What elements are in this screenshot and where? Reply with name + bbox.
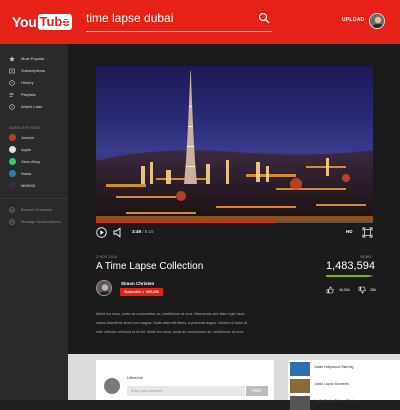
views-label: VIEWS	[360, 255, 372, 259]
related-video-title: Justin Hollywood Starring	[314, 365, 354, 369]
subscription-label: Apple	[21, 147, 32, 152]
sidebar-item-subscriptions[interactable]: Subscriptions	[9, 66, 45, 75]
settings-circle-icon	[9, 218, 15, 225]
description-line: nibh ultricies vehicula ut id elit. Morb…	[96, 330, 245, 335]
subscription-item-apple[interactable]: Apple	[9, 145, 31, 154]
clock-icon	[9, 103, 15, 110]
star-icon	[9, 55, 15, 62]
current-time: 3:49	[132, 229, 142, 234]
hamburger-menu-icon[interactable]	[61, 17, 69, 25]
search-bar[interactable]: time lapse dubai	[86, 8, 272, 32]
thumbs-up-icon	[326, 286, 334, 294]
channel-avatar-icon	[9, 182, 16, 189]
channel-avatar-icon	[9, 158, 16, 165]
upload-button[interactable]: UPLOAD	[342, 17, 364, 23]
related-video-thumbnail	[290, 396, 310, 410]
sidebar-item-history[interactable]: History	[9, 78, 33, 87]
channel-avatar-icon	[9, 170, 16, 177]
sidebar-item-label: Most Popular	[21, 56, 45, 61]
sidebar-footer-label: Manage Subscriptions	[21, 219, 61, 224]
sidebar-item-label: Subscriptions	[21, 68, 46, 73]
add-circle-icon	[9, 206, 15, 213]
commenter-avatar	[104, 378, 120, 394]
channel-avatar-icon	[9, 134, 16, 141]
post-comment-button[interactable]: POST	[246, 386, 268, 396]
channel-avatar[interactable]	[96, 280, 112, 296]
related-video-thumbnail	[290, 379, 310, 393]
comment-input[interactable]: Enter your comment	[127, 386, 245, 396]
subscriber-count: 609,356	[146, 290, 159, 294]
subscription-item-joseph[interactable]: Joseph	[9, 133, 34, 142]
sidebar-item-most-popular[interactable]: Most Popular	[9, 54, 45, 63]
subscribe-label: Subscribe	[124, 290, 142, 294]
playlist-icon	[9, 92, 14, 97]
video-player[interactable]	[96, 66, 373, 221]
sidebar-item-label: Playlists	[21, 92, 36, 97]
related-video-thumbnail	[290, 362, 310, 376]
view-count: 1,483,594	[326, 260, 375, 272]
sidebar-footer-manage-subscriptions[interactable]: Manage Subscriptions	[9, 217, 61, 226]
like-count: 16,304	[339, 288, 350, 292]
top-bar: You Tube time lapse dubai UPLOAD	[0, 0, 400, 44]
thumbs-down-icon	[358, 286, 366, 294]
total-time: / 5:16	[142, 229, 154, 234]
publish-date: 2 NOV 2014	[96, 255, 118, 259]
description-line: varius blandit sit amet non magna. Nulla…	[96, 321, 247, 326]
subscribe-button[interactable]: Subscribe ✓ 609,356	[120, 288, 163, 296]
dislike-button[interactable]: 284	[358, 286, 376, 294]
channel-avatar-icon	[9, 146, 16, 153]
dislike-count: 284	[370, 288, 376, 292]
user-avatar[interactable]	[369, 13, 385, 29]
related-video-item[interactable]: Justin Lapse Moments	[290, 379, 400, 393]
like-button[interactable]: 16,304	[326, 286, 350, 294]
hd-quality-button[interactable]: HD	[346, 229, 353, 234]
subscription-label: Joseph	[21, 135, 34, 140]
subscription-label: Xbox Ahoy	[21, 159, 41, 164]
fullscreen-icon[interactable]	[362, 227, 373, 238]
sidebar-footer-label: Browse Channels	[21, 207, 53, 212]
related-video-item[interactable]: Justin Porter Timber Timber	[290, 396, 400, 410]
sidebar-item-playlists[interactable]: Playlists	[9, 90, 36, 99]
like-ratio-bar	[326, 275, 373, 277]
sidebar-footer-browse-channels[interactable]: Browse Channels	[9, 205, 52, 214]
volume-icon[interactable]	[113, 227, 123, 238]
subscription-label: MKBHD	[21, 183, 36, 188]
search-input[interactable]: time lapse dubai	[86, 11, 173, 25]
description-line: Morbi leo risus, porta ac consectetur ac…	[96, 312, 245, 316]
subscription-label: Nokia	[21, 171, 32, 176]
commenter-username: UltraLine	[127, 375, 144, 380]
sidebar-item-watch-later[interactable]: Watch Later	[9, 102, 42, 111]
video-description: Morbi leo risus, porta ac consectetur ac…	[96, 310, 374, 338]
subscription-item-nokia[interactable]: Nokia	[9, 169, 31, 178]
related-video-title: Justin Lapse Moments	[314, 382, 350, 386]
like-ratio-fill	[326, 275, 370, 277]
video-frame-city-night	[96, 66, 373, 221]
video-title: A Time Lapse Collection	[96, 261, 204, 272]
sidebar-item-label: History	[21, 80, 34, 85]
time-display: 3:49 / 5:16	[132, 229, 154, 234]
related-video-item[interactable]: Justin Hollywood Starring	[290, 362, 400, 376]
play-icon[interactable]	[96, 227, 107, 238]
player-controls: 3:49 / 5:16 HD	[96, 223, 373, 243]
subscription-item-mkbhd[interactable]: MKBHD	[9, 181, 35, 190]
subscriptions-icon	[9, 68, 15, 73]
history-icon	[9, 79, 15, 86]
subscriptions-heading: SUBSCRIPTIONS	[9, 126, 41, 130]
channel-name[interactable]: Simon Christen	[121, 281, 154, 286]
search-icon[interactable]	[258, 12, 270, 24]
sidebar-item-label: Watch Later	[21, 104, 43, 109]
subscription-item-xbox-ahoy[interactable]: Xbox Ahoy	[9, 157, 40, 166]
logo-you-text: You	[12, 14, 37, 30]
sidebar-divider	[0, 198, 68, 199]
